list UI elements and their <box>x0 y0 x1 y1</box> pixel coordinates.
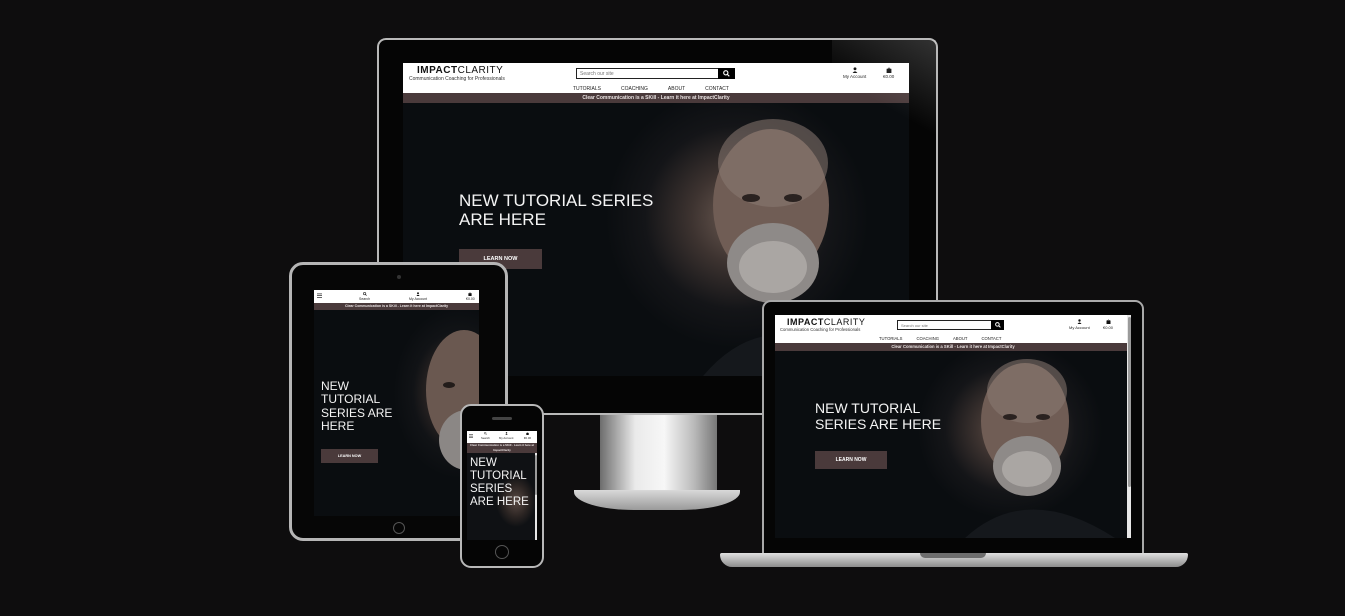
phone-header: Search My Account €0.00 <box>467 431 537 443</box>
shopping-bag-icon <box>1106 319 1110 324</box>
laptop-tagline: Communication Coaching for Professionals <box>780 327 861 332</box>
site-tagline: Communication Coaching for Professionals <box>409 76 505 82</box>
nav-item-about[interactable]: ABOUT <box>668 86 685 92</box>
laptop-bag-amount: €0.00 <box>1103 325 1114 330</box>
phone-hero: NEW TUTORIAL SERIES ARE HERE <box>467 453 537 540</box>
phone-bag-link[interactable]: €0.00 <box>524 432 531 440</box>
search-icon <box>723 70 730 77</box>
laptop-search-button[interactable] <box>991 320 1004 330</box>
phone-home-button <box>495 545 509 559</box>
search-icon <box>994 322 1001 328</box>
nav-item-about[interactable]: ABOUT <box>953 336 967 341</box>
tablet-search-label: Search <box>359 297 371 301</box>
tablet-header: Search My Account €0.00 <box>314 290 479 303</box>
monitor-stand <box>600 415 717 495</box>
tablet-hero: NEW TUTORIAL SERIES ARE HERE LEARN NOW <box>314 310 479 516</box>
nav-item-tutorials[interactable]: TUTORIALS <box>573 86 601 92</box>
laptop-search-input[interactable]: Search our site <box>897 320 993 330</box>
shopping-bag-icon <box>468 292 472 296</box>
phone-scrollbar[interactable] <box>535 453 537 540</box>
monitor-glare <box>832 40 936 140</box>
phone-speaker <box>492 417 512 420</box>
tablet-screen: Search My Account €0.00 Clear Communicat… <box>314 290 479 516</box>
phone-search-link[interactable]: Search <box>481 432 490 440</box>
laptop-bag-link[interactable]: €0.00 <box>1103 319 1113 330</box>
tablet-learn-now-button[interactable]: LEARN NOW <box>321 449 378 463</box>
nav-item-contact[interactable]: CONTACT <box>705 86 729 92</box>
laptop-account-link[interactable]: My Account <box>1069 319 1090 330</box>
phone-hero-title: NEW TUTORIAL SERIES ARE HERE <box>470 457 529 508</box>
laptop-scrollbar[interactable] <box>1127 315 1131 538</box>
user-icon <box>1077 319 1082 324</box>
tablet-bag-amount: €0.00 <box>466 297 475 301</box>
tablet-hero-title: NEW TUTORIAL SERIES ARE HERE <box>321 379 393 434</box>
nav-item-coaching[interactable]: COACHING <box>916 336 939 341</box>
nav-item-contact[interactable]: CONTACT <box>981 336 1001 341</box>
tablet-search-link[interactable]: Search <box>359 292 370 301</box>
user-icon <box>505 432 508 435</box>
laptop-promo-banner: Clear Communication is a SKill - Learn i… <box>775 343 1131 351</box>
nav-item-tutorials[interactable]: TUTORIALS <box>879 336 902 341</box>
site-logo[interactable]: IMPACTCLARITY <box>417 65 503 76</box>
laptop-main-nav: TUTORIALS COACHING ABOUT CONTACT <box>879 336 1001 341</box>
laptop-notch <box>920 553 986 558</box>
monitor-base <box>574 490 740 510</box>
tablet-camera <box>397 275 401 279</box>
tablet-bag-link[interactable]: €0.00 <box>466 292 475 301</box>
shopping-bag-icon <box>526 432 529 435</box>
search-button[interactable] <box>718 68 735 79</box>
laptop-hero-title: NEW TUTORIAL SERIES ARE HERE <box>815 400 942 432</box>
hero-title: NEW TUTORIAL SERIES ARE HERE <box>459 191 654 230</box>
phone-search-label: Search <box>481 436 490 440</box>
laptop-header: IMPACTCLARITY Communication Coaching for… <box>775 315 1131 343</box>
laptop-hero: NEW TUTORIAL SERIES ARE HERE LEARN NOW <box>775 351 1131 538</box>
laptop-hero-portrait <box>965 359 1115 538</box>
laptop-logo[interactable]: IMPACTCLARITY <box>787 317 865 327</box>
search-icon <box>483 432 487 435</box>
user-icon <box>416 292 420 296</box>
phone-account-label: My Account <box>499 436 514 440</box>
tablet-promo-banner: Clear Communication is a SKill - Learn i… <box>314 303 479 310</box>
hamburger-icon[interactable] <box>317 293 322 298</box>
tablet-account-link[interactable]: My Account <box>409 292 427 301</box>
phone-bag-amount: €0.00 <box>524 436 531 440</box>
laptop-screen: IMPACTCLARITY Communication Coaching for… <box>775 315 1131 538</box>
laptop-account-label: My Account <box>1069 325 1090 330</box>
phone-screen: Search My Account €0.00 Clear Communicat… <box>467 431 537 540</box>
tablet-account-label: My Account <box>409 297 428 301</box>
device-mockup-stage: IMPACTCLARITY Communication Coaching for… <box>0 0 1345 616</box>
laptop-scrollbar-thumb[interactable] <box>1127 317 1131 487</box>
phone-promo-banner: Clear Communication is a SKill - Learn i… <box>467 443 537 453</box>
main-nav: TUTORIALS COACHING ABOUT CONTACT <box>573 86 729 92</box>
nav-item-coaching[interactable]: COACHING <box>621 86 648 92</box>
search-icon <box>362 292 367 296</box>
phone-account-link[interactable]: My Account <box>499 432 513 440</box>
tablet-home-button <box>393 522 405 534</box>
search-input[interactable]: Search our site <box>576 68 720 79</box>
phone-scrollbar-thumb[interactable] <box>535 455 537 495</box>
laptop-learn-now-button[interactable]: LEARN NOW <box>815 451 887 469</box>
hamburger-icon[interactable] <box>469 434 473 438</box>
